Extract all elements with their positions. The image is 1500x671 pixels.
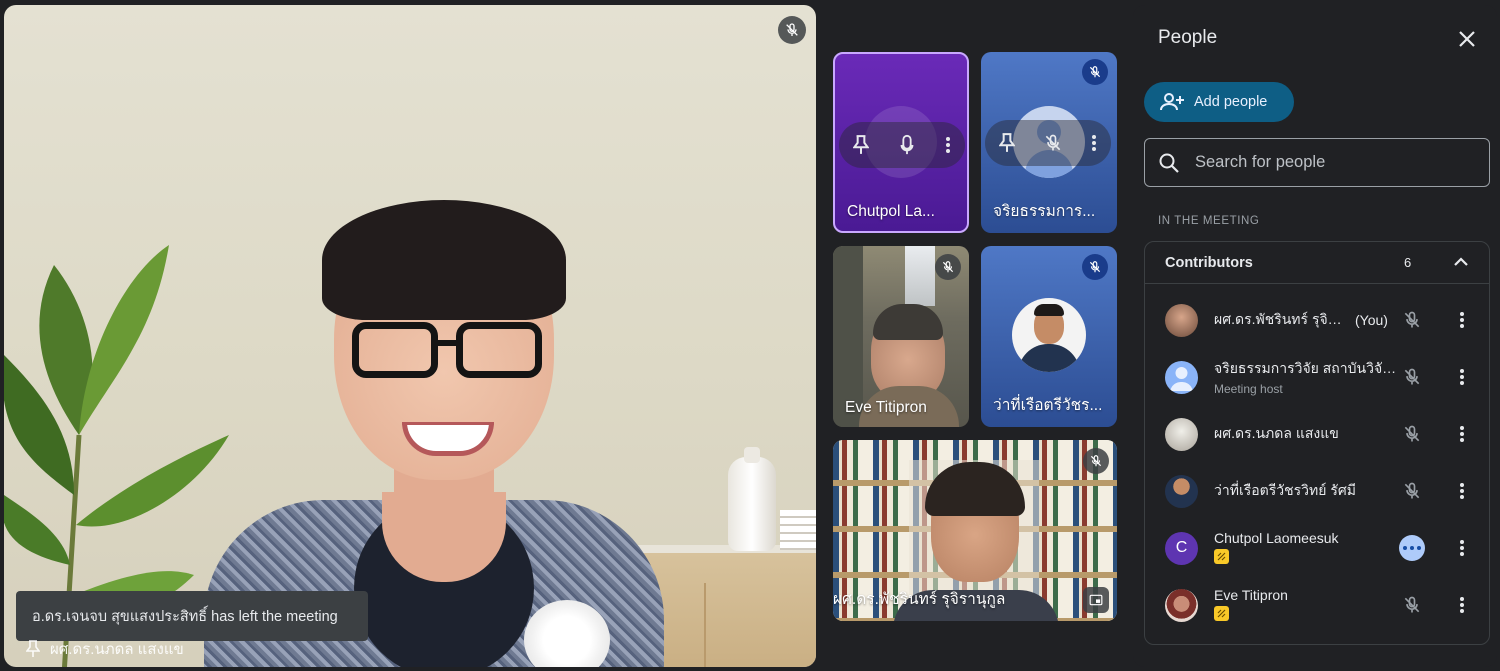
mic-off-icon bbox=[1082, 254, 1108, 280]
default-avatar bbox=[1165, 360, 1198, 394]
left-meeting-toast: อ.ดร.เจนจบ สุขแสงประสิทธิ์ has left the … bbox=[16, 591, 368, 641]
avatar bbox=[1165, 474, 1198, 508]
toast-text: อ.ดร.เจนจบ สุขแสงประสิทธิ์ has left the … bbox=[32, 608, 338, 625]
main-speaker-name-text: ผศ.ดร.นภดล แสงแข bbox=[50, 641, 184, 658]
more-options-icon[interactable] bbox=[1091, 134, 1097, 152]
main-speaker-tile[interactable]: อ.ดร.เจนจบ สุขแสงประสิทธิ์ has left the … bbox=[4, 5, 816, 667]
profile-photo bbox=[1012, 298, 1086, 372]
more-options-button[interactable] bbox=[1451, 535, 1473, 561]
tile-hover-controls bbox=[985, 120, 1111, 166]
mic-off-button[interactable] bbox=[1399, 364, 1425, 390]
avatar-initial: C bbox=[1175, 539, 1188, 556]
avatar bbox=[1165, 417, 1198, 451]
more-vert-icon bbox=[1460, 312, 1464, 328]
pin-icon[interactable] bbox=[853, 135, 869, 155]
mic-off-button[interactable] bbox=[1399, 307, 1425, 333]
contributors-count: 6 bbox=[1404, 255, 1412, 270]
mic-off-icon bbox=[1404, 311, 1420, 328]
tile-hover-controls bbox=[839, 122, 965, 168]
participant-name: Eve Titipron bbox=[1214, 587, 1288, 603]
visual-effects-badge-icon bbox=[1214, 549, 1229, 564]
pin-icon[interactable] bbox=[999, 133, 1015, 153]
participant-name: ผศ.ดร.พัชรินทร์ รุจิรา... bbox=[1214, 311, 1349, 327]
main-speaker-name: ผศ.ดร.นภดล แสงแข bbox=[26, 637, 184, 661]
person-add-icon bbox=[1160, 93, 1184, 111]
self-view-tile[interactable]: ผศ.ดร.พัชรินทร์ รุจิรานุกูล bbox=[833, 440, 1117, 621]
more-options-button[interactable] bbox=[1451, 592, 1473, 618]
tile-name: ว่าที่เรือตรีวัชร... bbox=[993, 397, 1103, 414]
mic-off-icon bbox=[1082, 59, 1108, 85]
participant-name: ว่าที่เรือตรีวัชรวิทย์ รัศมี bbox=[1214, 482, 1356, 498]
avatar bbox=[1165, 303, 1198, 337]
close-icon bbox=[1459, 31, 1475, 47]
background-vase bbox=[728, 447, 776, 551]
more-vert-icon bbox=[1460, 483, 1464, 499]
speaking-indicator bbox=[1399, 535, 1425, 561]
more-options-button[interactable] bbox=[1451, 307, 1473, 333]
panel-title: People bbox=[1158, 27, 1218, 48]
contributors-header[interactable]: Contributors 6 bbox=[1145, 242, 1489, 284]
tile-name: จริยธรรมการ... bbox=[993, 203, 1096, 220]
participant-tile-host[interactable]: จริยธรรมการ... bbox=[981, 52, 1117, 233]
avatar bbox=[1165, 588, 1198, 622]
participant-row[interactable]: จริยธรรมการวิจัย สถาบันวิจัย... Meeting … bbox=[1145, 349, 1489, 405]
tile-name: Chutpol La... bbox=[847, 203, 935, 220]
mic-off-icon bbox=[1404, 368, 1420, 385]
tile-name: ผศ.ดร.พัชรินทร์ รุจิรานุกูล bbox=[833, 591, 1006, 608]
participant-row[interactable]: ผศ.ดร.พัชรินทร์ รุจิรา... (You) bbox=[1145, 292, 1489, 348]
participant-tile-chutpol[interactable]: Chutpol La... bbox=[833, 52, 969, 233]
participant-tile-eve[interactable]: Eve Titipron bbox=[833, 246, 969, 427]
speaking-dots-icon bbox=[1399, 535, 1425, 561]
mic-off-icon bbox=[778, 16, 806, 44]
mic-off-icon bbox=[1404, 482, 1420, 499]
meeting-host-label: Meeting host bbox=[1214, 382, 1283, 396]
participant-row[interactable]: ว่าที่เรือตรีวัชรวิทย์ รัศมี bbox=[1145, 463, 1489, 519]
mic-off-icon bbox=[1404, 596, 1420, 613]
close-panel-button[interactable] bbox=[1453, 25, 1481, 53]
more-options-button[interactable] bbox=[1451, 421, 1473, 447]
you-label: (You) bbox=[1355, 312, 1388, 328]
mic-off-icon[interactable] bbox=[1043, 133, 1063, 153]
more-options-button[interactable] bbox=[1451, 364, 1473, 390]
section-label: IN THE MEETING bbox=[1158, 215, 1260, 227]
participant-name: ผศ.ดร.นภดล แสงแข bbox=[1214, 425, 1339, 441]
initial-avatar: C bbox=[1165, 531, 1198, 565]
search-box[interactable] bbox=[1144, 138, 1490, 187]
meet-call-window: อ.ดร.เจนจบ สุขแสงประสิทธิ์ has left the … bbox=[0, 0, 1500, 671]
mic-off-icon bbox=[1404, 425, 1420, 442]
participant-row[interactable]: Eve Titipron bbox=[1145, 577, 1489, 633]
more-vert-icon bbox=[1460, 597, 1464, 613]
background-books bbox=[780, 510, 816, 550]
participant-row[interactable]: ผศ.ดร.นภดล แสงแข bbox=[1145, 406, 1489, 462]
chevron-up-icon[interactable] bbox=[1451, 252, 1471, 272]
visual-effects-badge-icon bbox=[1214, 606, 1229, 621]
more-vert-icon bbox=[1460, 540, 1464, 556]
contributors-list: Contributors 6 ผศ.ดร.พัชรินทร์ รุจิรา...… bbox=[1144, 241, 1490, 645]
search-icon bbox=[1159, 153, 1179, 173]
more-options-button[interactable] bbox=[1451, 478, 1473, 504]
search-input[interactable] bbox=[1195, 153, 1465, 172]
speaking-indicator-icon bbox=[900, 134, 914, 155]
participant-tile-watcharawit[interactable]: ว่าที่เรือตรีวัชร... bbox=[981, 246, 1117, 427]
add-people-label: Add people bbox=[1194, 94, 1268, 110]
mic-off-icon bbox=[1083, 448, 1109, 474]
picture-in-picture-icon[interactable] bbox=[1083, 587, 1109, 613]
pin-icon bbox=[26, 640, 40, 657]
more-options-icon[interactable] bbox=[945, 136, 951, 154]
add-people-button[interactable]: Add people bbox=[1144, 82, 1294, 122]
participant-name: Chutpol Laomeesuk bbox=[1214, 530, 1339, 546]
tile-name: Eve Titipron bbox=[845, 399, 927, 416]
people-panel: People Add people IN THE MEETING Contrib… bbox=[1133, 5, 1497, 667]
participant-row[interactable]: C Chutpol Laomeesuk bbox=[1145, 520, 1489, 576]
more-vert-icon bbox=[1460, 369, 1464, 385]
mic-off-icon bbox=[935, 254, 961, 280]
mic-off-button[interactable] bbox=[1399, 592, 1425, 618]
participant-name: จริยธรรมการวิจัย สถาบันวิจัย... bbox=[1214, 360, 1399, 376]
contributors-title: Contributors bbox=[1165, 254, 1253, 271]
mic-off-button[interactable] bbox=[1399, 478, 1425, 504]
more-vert-icon bbox=[1460, 426, 1464, 442]
mic-off-button[interactable] bbox=[1399, 421, 1425, 447]
